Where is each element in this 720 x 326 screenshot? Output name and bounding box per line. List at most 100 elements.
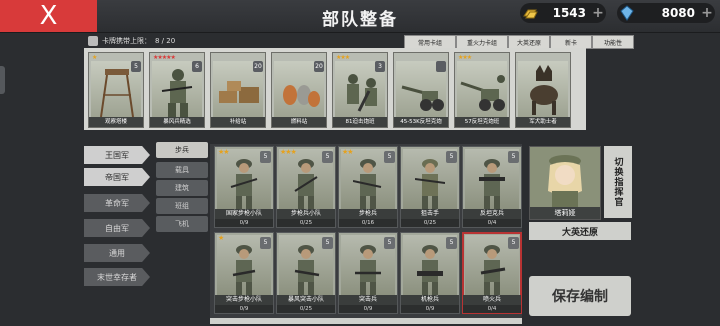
tab-new[interactable]: 新卡 [550, 35, 592, 49]
faction-tab-freedom[interactable]: 自由军 [84, 219, 150, 237]
deck-card[interactable]: ★★★★★ 6 暴风兵精选 [149, 52, 205, 128]
type-tab-aircraft[interactable]: 飞机 [156, 216, 208, 232]
card-stars: ★ [92, 54, 97, 61]
unit-stars: ★★ [342, 148, 354, 156]
deck-bar: ★ 5 观察塔楼 ★★★★★ 6 暴风兵精选 20 补给站 20 燃料站 ★★★… [84, 48, 586, 130]
unit-level: 5 [446, 151, 457, 163]
unit-count: 0/4 [463, 219, 521, 227]
unit-card[interactable]: 5 突击兵 0/9 [338, 232, 398, 314]
card-name: 补给站 [211, 117, 265, 127]
unit-card[interactable]: ★★★ 5 步枪兵小队 0/25 [276, 146, 336, 228]
unit-name: 暴风突击小队 [277, 295, 335, 305]
deck-card[interactable]: 20 补给站 [210, 52, 266, 128]
deck-card[interactable]: ★★★ 57反坦克炮班 [454, 52, 510, 128]
faction-tab-survivors[interactable]: 末世幸存者 [84, 268, 150, 286]
deck-limit-value: 8 / 20 [155, 37, 176, 45]
unit-card[interactable]: 5 狙击手 0/25 [400, 146, 460, 228]
unit-name: 突击兵 [339, 295, 397, 305]
card-name: 45-53K反坦克炮 [394, 117, 448, 127]
tab-common[interactable]: 常用卡组 [404, 35, 456, 49]
gold-resource: 1543 + [520, 3, 606, 23]
unit-count: 0/4 [463, 305, 521, 313]
diamond-icon [617, 3, 637, 23]
unit-count: 0/16 [339, 219, 397, 227]
faction-tab-revolution[interactable]: 革命军 [84, 194, 150, 212]
switch-commander-button[interactable]: 切换指挥官 [604, 146, 632, 218]
doctrine-button[interactable]: 大英还原 [529, 222, 631, 240]
unit-count: 0/25 [401, 219, 459, 227]
unit-count: 0/9 [215, 305, 273, 313]
faction-tab-kingdom[interactable]: 王国军 [84, 146, 150, 164]
card-name: 57反坦克炮班 [455, 117, 509, 127]
card-stars: ★★★★★ [153, 54, 176, 61]
unit-card[interactable]: 5 反坦克兵 0/4 [462, 146, 522, 228]
unit-count: 0/9 [215, 219, 273, 227]
unit-level: 5 [322, 237, 333, 249]
unit-count: 0/9 [339, 305, 397, 313]
user-icon [88, 36, 98, 46]
commander-portrait[interactable]: 塔莉娅 [529, 146, 601, 220]
type-tab-building[interactable]: 建筑 [156, 180, 208, 196]
type-tab-infantry[interactable]: 步兵 [156, 142, 208, 158]
card-level: 6 [192, 61, 202, 72]
tab-restore[interactable]: 大英还原 [508, 35, 550, 49]
unit-card[interactable]: 5 暴风突击小队 0/25 [276, 232, 336, 314]
card-level: 5 [131, 61, 141, 72]
card-level: 20 [253, 61, 263, 72]
add-diamond-button[interactable]: + [699, 5, 715, 21]
unit-name: 步枪兵 [339, 209, 397, 219]
card-level [436, 61, 446, 72]
unit-card[interactable]: ★★ 5 步枪兵 0/16 [338, 146, 398, 228]
faction-tab-general[interactable]: 通用 [84, 244, 150, 262]
unit-grid: ★★ 5 国家步枪小队 0/9 ★★★ 5 步枪兵小队 0/25 ★★ 5 步枪… [210, 144, 522, 320]
close-button[interactable]: X [0, 0, 97, 32]
card-name: 军犬助士者 [516, 117, 570, 127]
save-formation-button[interactable]: 保存编制 [529, 276, 631, 316]
type-tab-squad[interactable]: 班组 [156, 198, 208, 214]
unit-name: 突击步枪小队 [215, 295, 273, 305]
unit-card[interactable]: ★★ 5 国家步枪小队 0/9 [214, 146, 274, 228]
type-tab-vehicle[interactable]: 载具 [156, 162, 208, 178]
commander-avatar [530, 147, 600, 207]
card-stars: ★★★ [458, 54, 472, 61]
unit-card[interactable]: 5 机枪兵 0/9 [400, 232, 460, 314]
unit-level: 5 [508, 151, 519, 163]
side-drawer-handle[interactable] [0, 66, 5, 94]
unit-level: 5 [384, 151, 395, 163]
unit-level: 5 [384, 237, 395, 249]
unit-stars: ★★★ [280, 148, 297, 156]
gold-bar-icon [520, 3, 540, 23]
unit-grid-scrollbar[interactable] [210, 318, 522, 324]
unit-level: 5 [446, 237, 457, 249]
unit-stars: ★★ [218, 148, 230, 156]
deck-card[interactable]: 20 燃料站 [271, 52, 327, 128]
card-name: 暴风兵精选 [150, 117, 204, 127]
unit-level: 5 [508, 237, 519, 249]
unit-stars: ★ [218, 234, 224, 242]
unit-name: 机枪兵 [401, 295, 459, 305]
deck-card[interactable]: 军犬助士者 [515, 52, 571, 128]
deck-limit-label: 卡牌携带上限： [102, 37, 151, 45]
unit-card[interactable]: ★ 5 突击步枪小队 0/9 [214, 232, 274, 314]
unit-count: 0/25 [277, 219, 335, 227]
deck-card[interactable]: ★★★ 3 81迫击炮班 [332, 52, 388, 128]
unit-level: 5 [322, 151, 333, 163]
tab-heavy[interactable]: 重火力卡组 [456, 35, 508, 49]
unit-name: 喷火兵 [463, 295, 521, 305]
unit-card[interactable]: 5 喷火兵 0/4 [462, 232, 522, 314]
tab-utility[interactable]: 功能性 [592, 35, 634, 49]
card-name: 81迫击炮班 [333, 117, 387, 127]
unit-name: 国家步枪小队 [215, 209, 273, 219]
card-stars: ★★★ [336, 54, 350, 61]
unit-count: 0/9 [401, 305, 459, 313]
add-gold-button[interactable]: + [590, 5, 606, 21]
unit-name: 狙击手 [401, 209, 459, 219]
top-bar: X 部队整备 1543 + 8080 + [0, 0, 720, 33]
card-level: 3 [375, 61, 385, 72]
deck-card[interactable]: 45-53K反坦克炮 [393, 52, 449, 128]
faction-tab-empire[interactable]: 帝国军 [84, 168, 150, 186]
unit-name: 步枪兵小队 [277, 209, 335, 219]
deck-card[interactable]: ★ 5 观察塔楼 [88, 52, 144, 128]
unit-name: 反坦克兵 [463, 209, 521, 219]
card-name: 观察塔楼 [89, 117, 143, 127]
